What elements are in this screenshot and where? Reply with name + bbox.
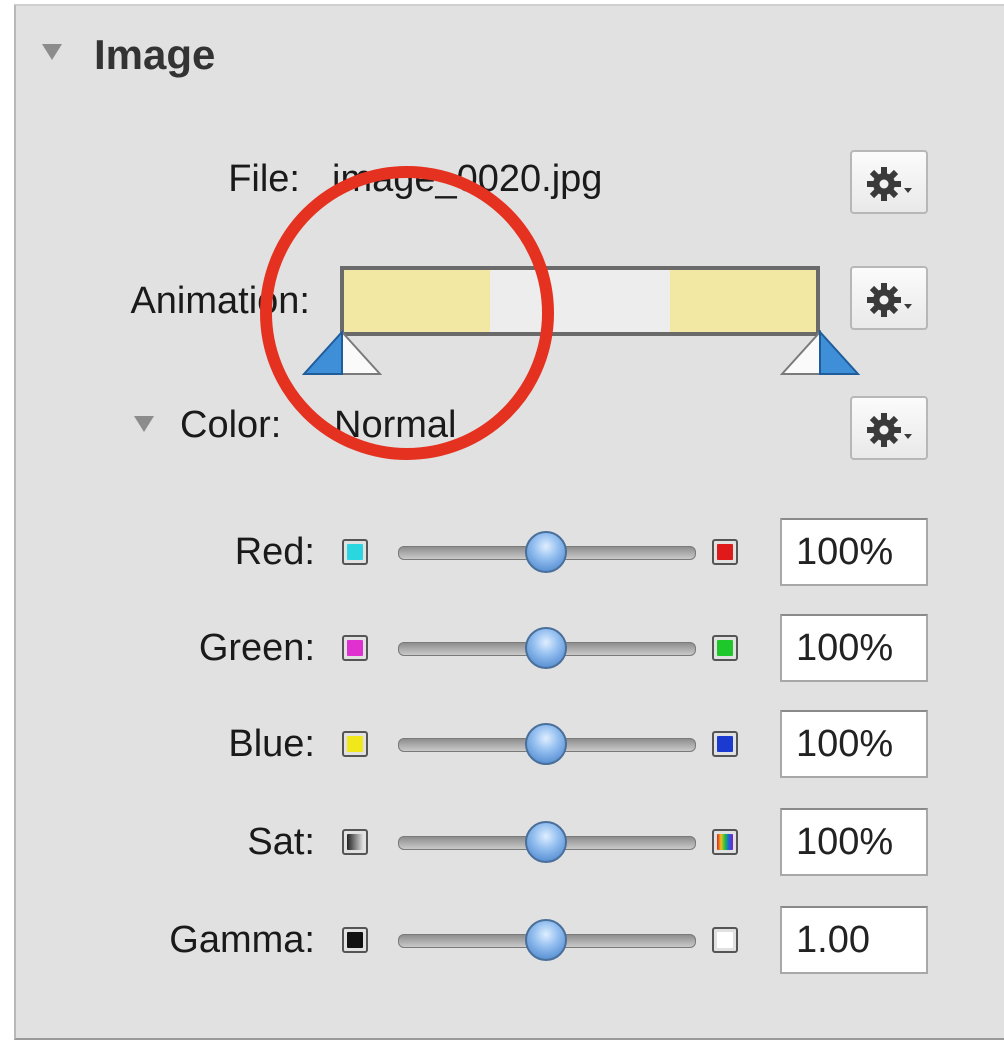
green-value-field[interactable]: 100%	[780, 614, 928, 682]
color-gear-button[interactable]	[850, 396, 928, 460]
gamma-max-swatch	[712, 927, 738, 953]
end-keyframe-icon[interactable]	[780, 330, 862, 378]
red-min-swatch	[342, 539, 368, 565]
color-disclosure-triangle-icon[interactable]	[134, 416, 154, 432]
green-min-swatch	[342, 635, 368, 661]
sat-min-swatch	[342, 829, 368, 855]
sat-label: Sat:	[247, 821, 315, 863]
green-max-swatch	[712, 635, 738, 661]
gear-icon	[867, 413, 912, 447]
red-label: Red:	[234, 531, 315, 573]
red-slider-knob[interactable]	[525, 531, 567, 573]
gamma-value-field[interactable]: 1.00	[780, 906, 928, 974]
section-title: Image	[94, 31, 216, 78]
animation-segment-active	[670, 270, 816, 332]
green-slider-knob[interactable]	[525, 627, 567, 669]
blue-min-swatch	[342, 731, 368, 757]
highlight-circle	[260, 166, 554, 460]
file-gear-button[interactable]	[850, 150, 928, 214]
red-value-field[interactable]: 100%	[780, 518, 928, 586]
disclosure-triangle-icon[interactable]	[42, 44, 62, 60]
green-label: Green:	[198, 627, 315, 669]
animation-gear-button[interactable]	[850, 266, 928, 330]
gamma-label: Gamma:	[169, 919, 315, 961]
blue-slider-knob[interactable]	[525, 723, 567, 765]
sat-slider-knob[interactable]	[525, 821, 567, 863]
gear-icon	[867, 283, 912, 317]
sat-max-swatch	[712, 829, 738, 855]
red-max-swatch	[712, 539, 738, 565]
blue-value-field[interactable]: 100%	[780, 710, 928, 778]
blue-label: Blue:	[228, 723, 315, 765]
color-label: Color:	[180, 404, 282, 446]
blue-max-swatch	[712, 731, 738, 757]
gamma-min-swatch	[342, 927, 368, 953]
gamma-slider-knob[interactable]	[525, 919, 567, 961]
sat-value-field[interactable]: 100%	[780, 808, 928, 876]
file-label: File:	[228, 158, 300, 200]
gear-icon	[867, 167, 912, 201]
